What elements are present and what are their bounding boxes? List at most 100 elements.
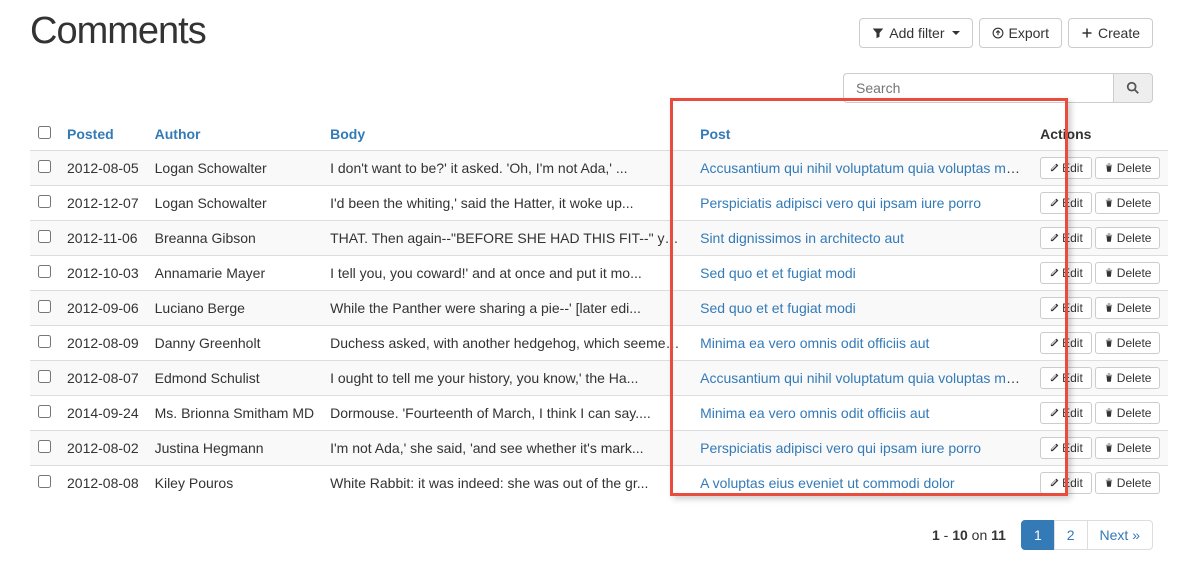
column-actions: Actions — [1032, 118, 1168, 151]
export-icon — [992, 27, 1004, 39]
delete-button[interactable]: Delete — [1095, 367, 1161, 389]
edit-button[interactable]: Edit — [1040, 192, 1092, 214]
post-link[interactable]: Sed quo et et fugiat modi — [700, 265, 856, 281]
post-link[interactable]: Sed quo et et fugiat modi — [700, 300, 856, 316]
trash-icon — [1104, 373, 1114, 383]
export-button[interactable]: Export — [979, 18, 1062, 48]
delete-button[interactable]: Delete — [1095, 192, 1161, 214]
edit-button[interactable]: Edit — [1040, 367, 1092, 389]
edit-button[interactable]: Edit — [1040, 297, 1092, 319]
cell-posted: 2012-08-05 — [59, 151, 147, 186]
comments-table: Posted Author Body Post Actions 2012-08-… — [30, 118, 1168, 500]
page-title: Comments — [30, 10, 206, 53]
table-row: 2012-11-06Breanna GibsonTHAT. Then again… — [30, 221, 1168, 256]
cell-author: Ms. Brionna Smitham MD — [147, 396, 322, 431]
post-link[interactable]: Perspiciatis adipisci vero qui ipsam iur… — [700, 195, 981, 211]
cell-posted: 2012-11-06 — [59, 221, 147, 256]
pencil-icon — [1049, 198, 1059, 208]
page-next[interactable]: Next » — [1087, 520, 1153, 550]
trash-icon — [1104, 163, 1114, 173]
cell-body: Duchess asked, with another hedgehog, wh… — [322, 326, 692, 361]
edit-button[interactable]: Edit — [1040, 262, 1092, 284]
row-checkbox[interactable] — [38, 300, 51, 313]
edit-button[interactable]: Edit — [1040, 402, 1092, 424]
trash-icon — [1104, 233, 1114, 243]
pencil-icon — [1049, 478, 1059, 488]
row-checkbox[interactable] — [38, 440, 51, 453]
search-button[interactable] — [1113, 73, 1153, 103]
post-link[interactable]: Accusantium qui nihil voluptatum quia vo… — [700, 160, 1032, 176]
edit-button[interactable]: Edit — [1040, 437, 1092, 459]
table-row: 2012-08-08Kiley PourosWhite Rabbit: it w… — [30, 466, 1168, 501]
column-body[interactable]: Body — [322, 118, 692, 151]
plus-icon — [1081, 27, 1093, 39]
pagination-range: 1 - 10 on 11 — [932, 521, 1006, 549]
row-checkbox[interactable] — [38, 475, 51, 488]
edit-button[interactable]: Edit — [1040, 227, 1092, 249]
edit-button[interactable]: Edit — [1040, 332, 1092, 354]
delete-button[interactable]: Delete — [1095, 472, 1161, 494]
caret-down-icon — [952, 31, 960, 35]
cell-author: Annamarie Mayer — [147, 256, 322, 291]
edit-button[interactable]: Edit — [1040, 472, 1092, 494]
cell-posted: 2012-10-03 — [59, 256, 147, 291]
page-1[interactable]: 1 — [1021, 520, 1055, 550]
create-label: Create — [1098, 25, 1140, 41]
delete-button[interactable]: Delete — [1095, 437, 1161, 459]
filter-icon — [872, 27, 884, 39]
post-link[interactable]: Minima ea vero omnis odit officiis aut — [700, 405, 929, 421]
search-input[interactable] — [843, 73, 1113, 103]
row-checkbox[interactable] — [38, 160, 51, 173]
create-button[interactable]: Create — [1068, 18, 1153, 48]
table-row: 2012-08-05Logan SchowalterI don't want t… — [30, 151, 1168, 186]
add-filter-button[interactable]: Add filter — [859, 18, 972, 48]
post-link[interactable]: A voluptas eius eveniet ut commodi dolor — [700, 475, 954, 491]
table-row: 2012-08-07Edmond SchulistI ought to tell… — [30, 361, 1168, 396]
add-filter-label: Add filter — [889, 25, 944, 41]
delete-button[interactable]: Delete — [1095, 402, 1161, 424]
trash-icon — [1104, 478, 1114, 488]
pencil-icon — [1049, 303, 1059, 313]
cell-posted: 2012-08-02 — [59, 431, 147, 466]
delete-button[interactable]: Delete — [1095, 297, 1161, 319]
pencil-icon — [1049, 338, 1059, 348]
table-row: 2012-10-03Annamarie MayerI tell you, you… — [30, 256, 1168, 291]
select-all-checkbox[interactable] — [38, 126, 51, 139]
header-actions: Add filter Export Create — [859, 18, 1153, 48]
delete-button[interactable]: Delete — [1095, 157, 1161, 179]
cell-posted: 2012-08-09 — [59, 326, 147, 361]
column-posted[interactable]: Posted — [59, 118, 147, 151]
post-link[interactable]: Minima ea vero omnis odit officiis aut — [700, 335, 929, 351]
post-link[interactable]: Accusantium qui nihil voluptatum quia vo… — [700, 370, 1032, 386]
search-group — [843, 73, 1153, 103]
delete-button[interactable]: Delete — [1095, 262, 1161, 284]
pencil-icon — [1049, 233, 1059, 243]
cell-author: Luciano Berge — [147, 291, 322, 326]
trash-icon — [1104, 338, 1114, 348]
cell-author: Logan Schowalter — [147, 186, 322, 221]
column-post[interactable]: Post — [692, 118, 1032, 151]
row-checkbox[interactable] — [38, 405, 51, 418]
pagination: 12Next » — [1021, 520, 1153, 550]
cell-body: I ought to tell me your history, you kno… — [322, 361, 692, 396]
row-checkbox[interactable] — [38, 265, 51, 278]
cell-author: Breanna Gibson — [147, 221, 322, 256]
row-checkbox[interactable] — [38, 195, 51, 208]
row-checkbox[interactable] — [38, 370, 51, 383]
row-checkbox[interactable] — [38, 335, 51, 348]
post-link[interactable]: Perspiciatis adipisci vero qui ipsam iur… — [700, 440, 981, 456]
cell-body: I don't want to be?' it asked. 'Oh, I'm … — [322, 151, 692, 186]
table-row: 2012-08-02Justina HegmannI'm not Ada,' s… — [30, 431, 1168, 466]
delete-button[interactable]: Delete — [1095, 227, 1161, 249]
row-checkbox[interactable] — [38, 230, 51, 243]
search-icon — [1126, 81, 1140, 95]
page-2[interactable]: 2 — [1054, 520, 1088, 550]
pencil-icon — [1049, 163, 1059, 173]
delete-button[interactable]: Delete — [1095, 332, 1161, 354]
pencil-icon — [1049, 408, 1059, 418]
pencil-icon — [1049, 443, 1059, 453]
post-link[interactable]: Sint dignissimos in architecto aut — [700, 230, 904, 246]
cell-author: Logan Schowalter — [147, 151, 322, 186]
column-author[interactable]: Author — [147, 118, 322, 151]
edit-button[interactable]: Edit — [1040, 157, 1092, 179]
